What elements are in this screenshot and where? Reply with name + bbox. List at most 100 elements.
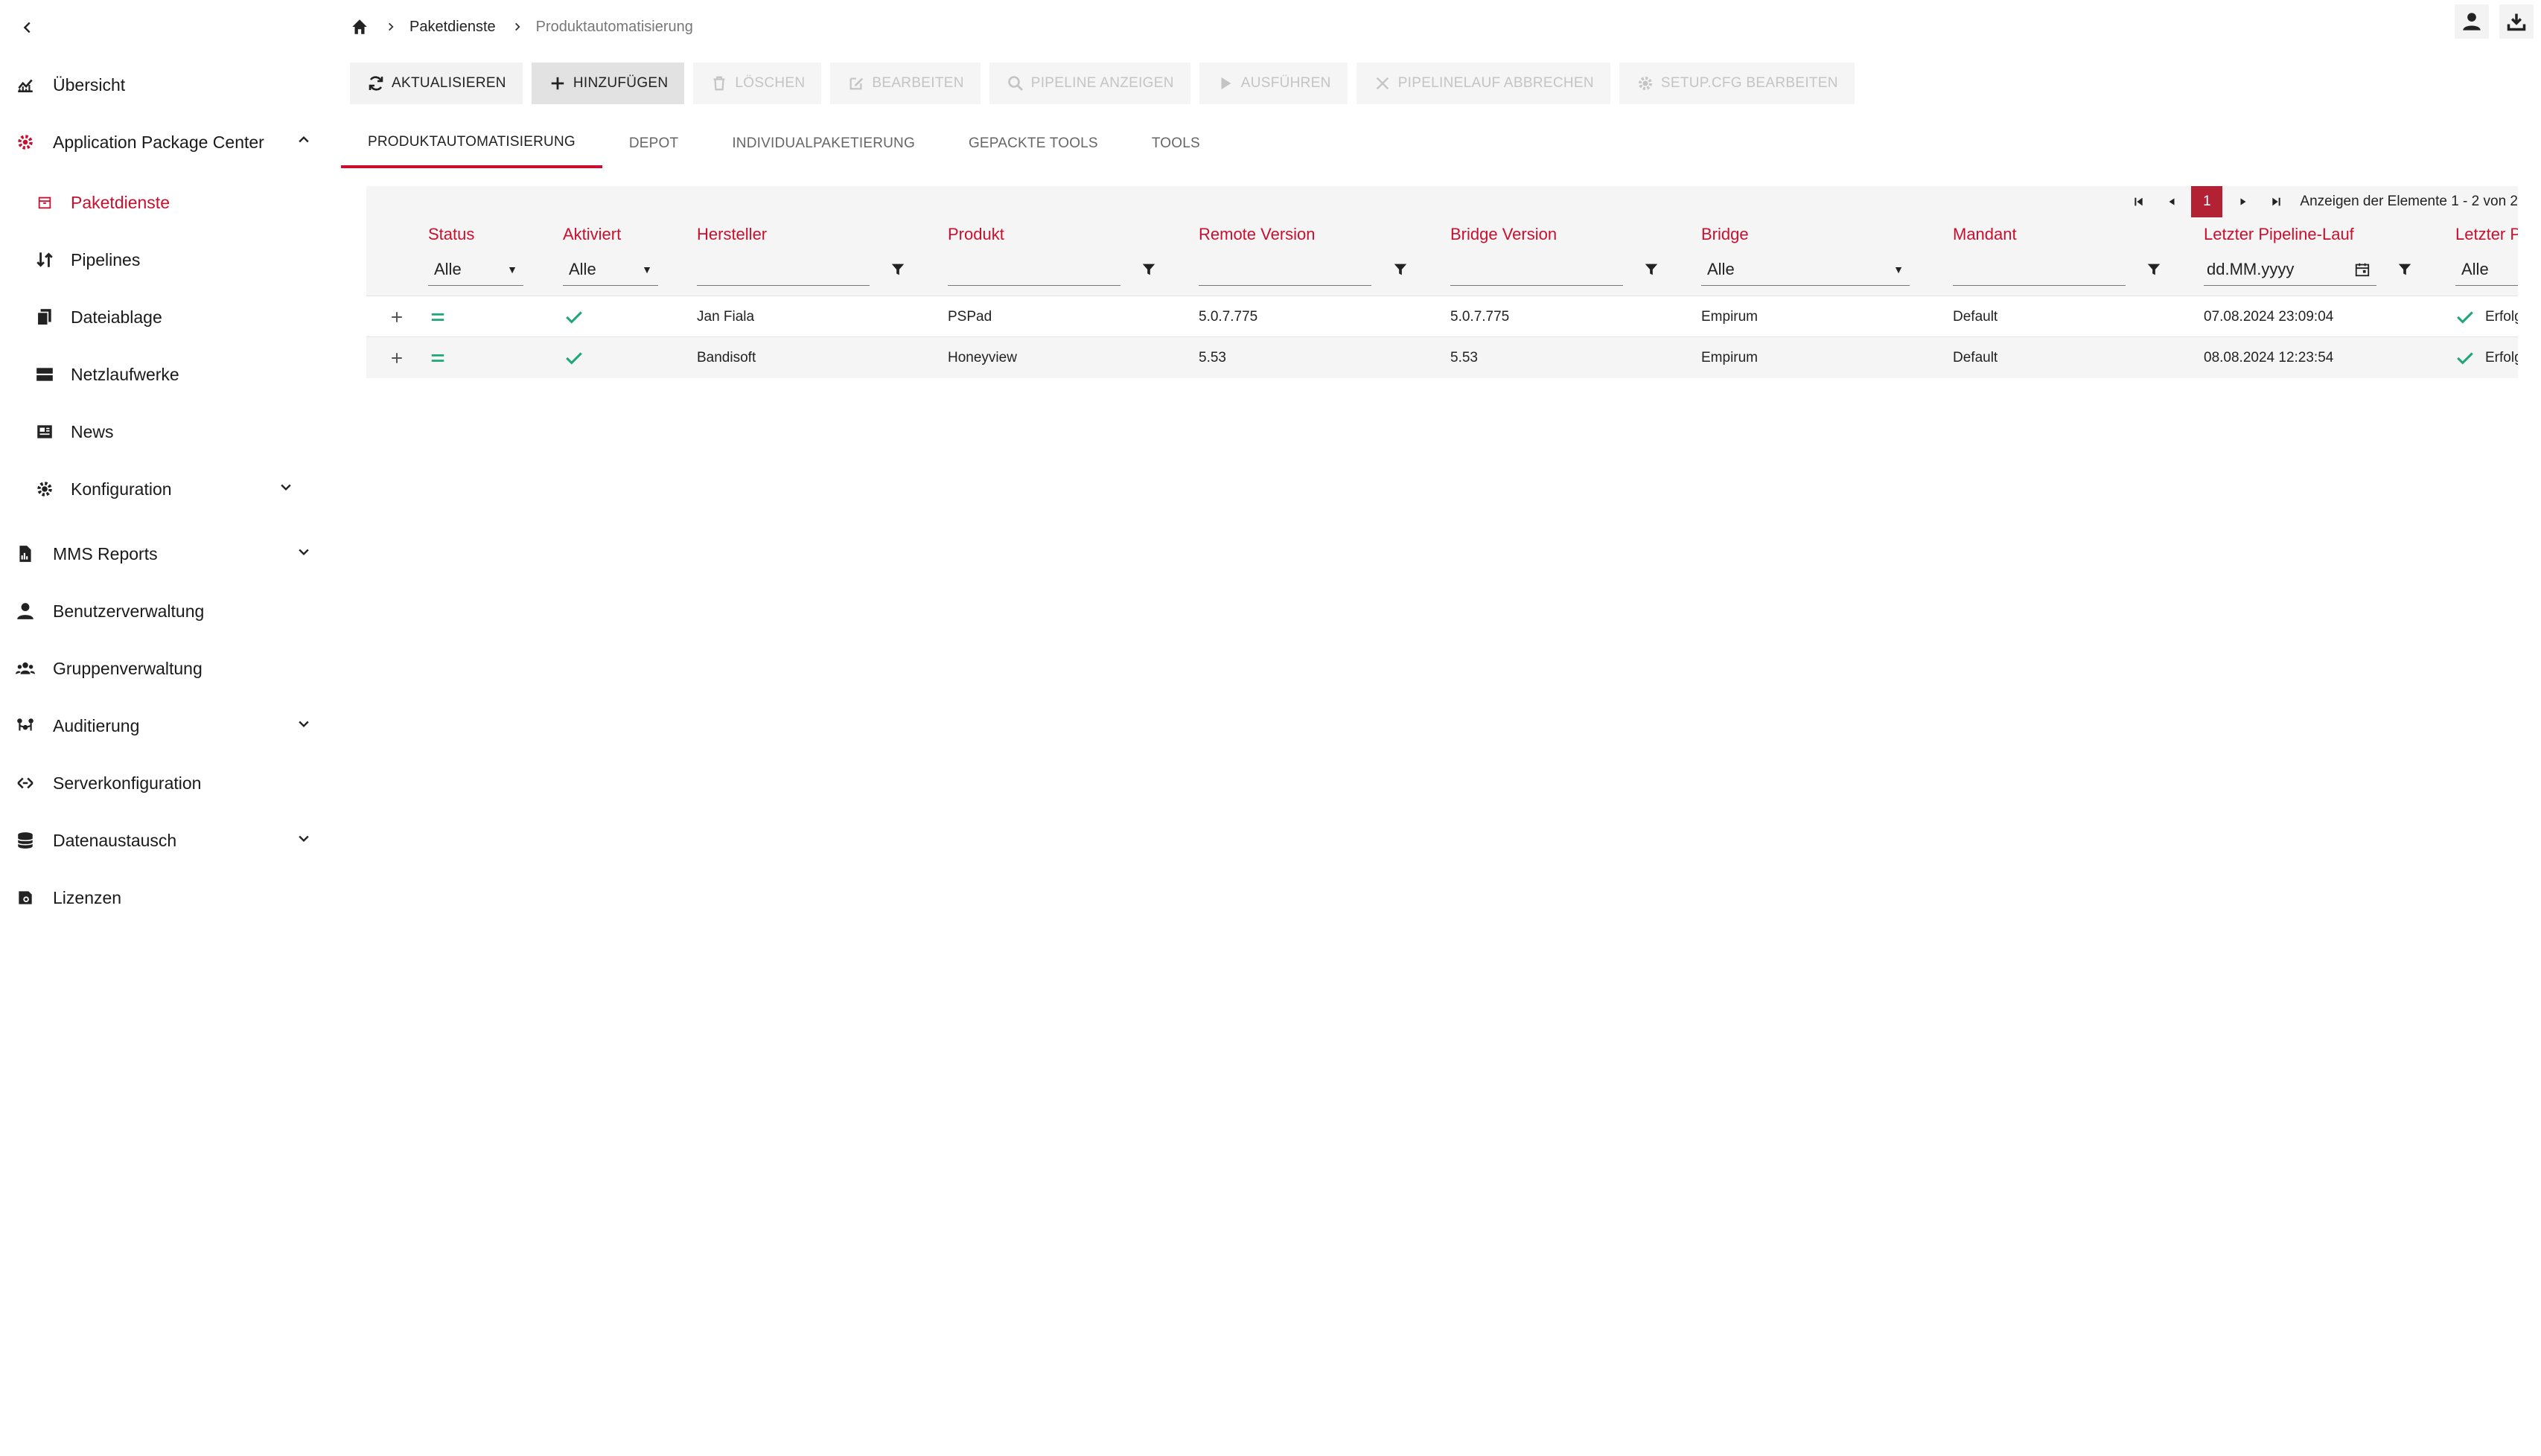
filter-icon[interactable]: [2394, 259, 2415, 280]
sidebar-item-datenaustausch[interactable]: Datenaustausch: [0, 814, 334, 866]
column-header-bridge[interactable]: Bridge: [1701, 225, 1749, 244]
sidebar-item-label: Übersicht: [53, 74, 126, 95]
edit-button[interactable]: Bearbeiten: [830, 63, 981, 104]
sidebar-item-dateiablage[interactable]: Dateiablage: [0, 291, 334, 343]
cancel-pipeline-run-button[interactable]: Pipelinelauf abbrechen: [1356, 63, 1610, 104]
cell-hersteller: Jan Fiala: [697, 308, 755, 325]
hersteller-filter-input[interactable]: [697, 253, 870, 286]
delete-button[interactable]: Löschen: [693, 63, 822, 104]
run-button[interactable]: Ausführen: [1199, 63, 1348, 104]
sidebar-item-application-package-center[interactable]: Application Package Center: [0, 116, 334, 168]
breadcrumb-produktautomatisierung: Produktautomatisierung: [535, 18, 693, 35]
table-row[interactable]: Jan Fiala PSPad 5.0.7.775 5.0.7.775 Empi…: [366, 296, 2518, 337]
sidebar-item-benutzerverwaltung[interactable]: Benutzerverwaltung: [0, 585, 334, 637]
cell-bridge-version: 5.0.7.775: [1450, 308, 1510, 325]
newspaper-icon: [33, 420, 57, 444]
next-page-icon: [2240, 198, 2246, 205]
tab-depot[interactable]: Depot: [602, 119, 705, 168]
tab-produktautomatisierung[interactable]: Produktautomatisierung: [341, 119, 602, 168]
expand-row-button[interactable]: [390, 337, 404, 378]
sidebar-item-label: Paketdienste: [71, 192, 170, 212]
pipeline-icon: [33, 248, 57, 272]
aktiviert-filter-select[interactable]: Alle ▼: [563, 253, 658, 286]
user-account-button[interactable]: [2455, 4, 2489, 39]
edit-icon: [847, 74, 866, 93]
sidebar-item-uebersicht[interactable]: Übersicht: [0, 59, 334, 111]
column-header-status[interactable]: Status: [428, 225, 474, 244]
breadcrumb-paketdienste[interactable]: Paketdienste: [409, 19, 496, 36]
next-page-button[interactable]: [2230, 188, 2257, 215]
toolbar: Aktualisieren Hinzufügen Löschen Bearbei…: [350, 63, 1855, 104]
refresh-icon: [366, 74, 386, 93]
plus-icon: [548, 74, 567, 93]
previous-page-icon: [2169, 198, 2175, 205]
page-number-button[interactable]: 1: [2191, 186, 2223, 217]
last-page-icon: [2272, 197, 2281, 206]
sidebar-item-news[interactable]: News: [0, 406, 334, 458]
last-status-filter-select[interactable]: Alle: [2455, 253, 2518, 286]
column-header-hersteller[interactable]: Hersteller: [697, 225, 767, 244]
bridge-filter-select[interactable]: Alle ▼: [1701, 253, 1910, 286]
sidebar-item-gruppenverwaltung[interactable]: Gruppenverwaltung: [0, 642, 334, 695]
last-page-button[interactable]: [2263, 188, 2289, 215]
sidebar-item-netzlaufwerke[interactable]: Netzlaufwerke: [0, 348, 334, 400]
home-icon[interactable]: [350, 17, 369, 36]
package-icon: [33, 191, 57, 214]
plus-icon: [392, 311, 402, 322]
tab-tools[interactable]: Tools: [1125, 119, 1227, 168]
calendar-icon[interactable]: [2354, 261, 2371, 278]
column-header-letzter-pipeline-status[interactable]: Letzter Pipeline-Status: [2455, 225, 2518, 244]
mandant-filter-input[interactable]: [1953, 253, 2126, 286]
sidebar-item-lizenzen[interactable]: Lizenzen: [0, 872, 334, 924]
tab-bar: Produktautomatisierung Depot Individualp…: [341, 119, 1227, 168]
show-pipeline-button[interactable]: Pipeline anzeigen: [989, 63, 1190, 104]
dropdown-arrow-icon: ▼: [642, 263, 652, 275]
column-header-mandant[interactable]: Mandant: [1953, 225, 2017, 244]
filter-icon[interactable]: [1641, 259, 1662, 280]
sidebar-item-pipelines[interactable]: Pipelines: [0, 234, 334, 286]
column-header-remote-version[interactable]: Remote Version: [1199, 225, 1316, 244]
status-filter-select[interactable]: Alle ▼: [428, 253, 523, 286]
collapse-sidebar-button[interactable]: [16, 16, 39, 39]
filter-icon[interactable]: [1138, 259, 1159, 280]
expand-row-button[interactable]: [390, 296, 404, 337]
sidebar-item-mms-reports[interactable]: MMS Reports: [0, 528, 334, 580]
table-row[interactable]: Bandisoft Honeyview 5.53 5.53 Empirum De…: [366, 336, 2518, 378]
cell-bridge: Empirum: [1701, 308, 1759, 325]
filter-icon[interactable]: [1390, 259, 1411, 280]
download-button[interactable]: [2499, 4, 2534, 39]
refresh-button[interactable]: Aktualisieren: [350, 63, 523, 104]
edit-label: Bearbeiten: [872, 75, 964, 91]
remote-version-filter-input[interactable]: [1199, 253, 1371, 286]
sidebar-item-label: Auditierung: [53, 715, 140, 735]
show-pipeline-label: Pipeline anzeigen: [1030, 75, 1174, 91]
sidebar-item-label: Lizenzen: [53, 887, 122, 907]
cell-letzter-status: Erfolgreich: [2485, 308, 2518, 325]
first-page-button[interactable]: [2126, 188, 2152, 215]
tab-individualpaketierung[interactable]: Individualpaketierung: [705, 119, 942, 168]
filter-icon[interactable]: [887, 259, 908, 280]
column-header-letzter-pipeline-lauf[interactable]: Letzter Pipeline-Lauf: [2204, 225, 2354, 244]
column-header-aktiviert[interactable]: Aktiviert: [563, 225, 621, 244]
sidebar-item-serverkonfiguration[interactable]: Serverkonfiguration: [0, 757, 334, 809]
previous-page-button[interactable]: [2158, 188, 2185, 215]
edit-setup-cfg-label: setup.cfg bearbeiten: [1660, 75, 1838, 91]
data-grid: 1 Anzeigen der Elemente 1 - 2 von 2 Stat…: [366, 186, 2518, 378]
sidebar-item-paketdienste[interactable]: Paketdienste: [0, 176, 334, 229]
add-button[interactable]: Hinzufügen: [531, 63, 685, 104]
column-header-produkt[interactable]: Produkt: [948, 225, 1004, 244]
play-icon: [1216, 74, 1235, 93]
date-filter-input[interactable]: dd.MM.yyyy: [2204, 253, 2376, 286]
bridge-version-filter-input[interactable]: [1450, 253, 1623, 286]
tab-gepackte-tools[interactable]: Gepackte Tools: [942, 119, 1125, 168]
sidebar-item-auditierung[interactable]: Auditierung: [0, 700, 334, 752]
dropdown-arrow-icon: ▼: [507, 263, 517, 275]
filter-icon[interactable]: [2143, 259, 2164, 280]
check-icon: [564, 337, 584, 378]
files-icon: [33, 305, 57, 329]
edit-setup-cfg-button[interactable]: setup.cfg bearbeiten: [1619, 63, 1855, 104]
produkt-filter-input[interactable]: [948, 253, 1120, 286]
column-header-bridge-version[interactable]: Bridge Version: [1450, 225, 1557, 244]
sidebar-item-konfiguration[interactable]: Konfiguration: [0, 463, 334, 515]
add-label: Hinzufügen: [573, 75, 669, 91]
